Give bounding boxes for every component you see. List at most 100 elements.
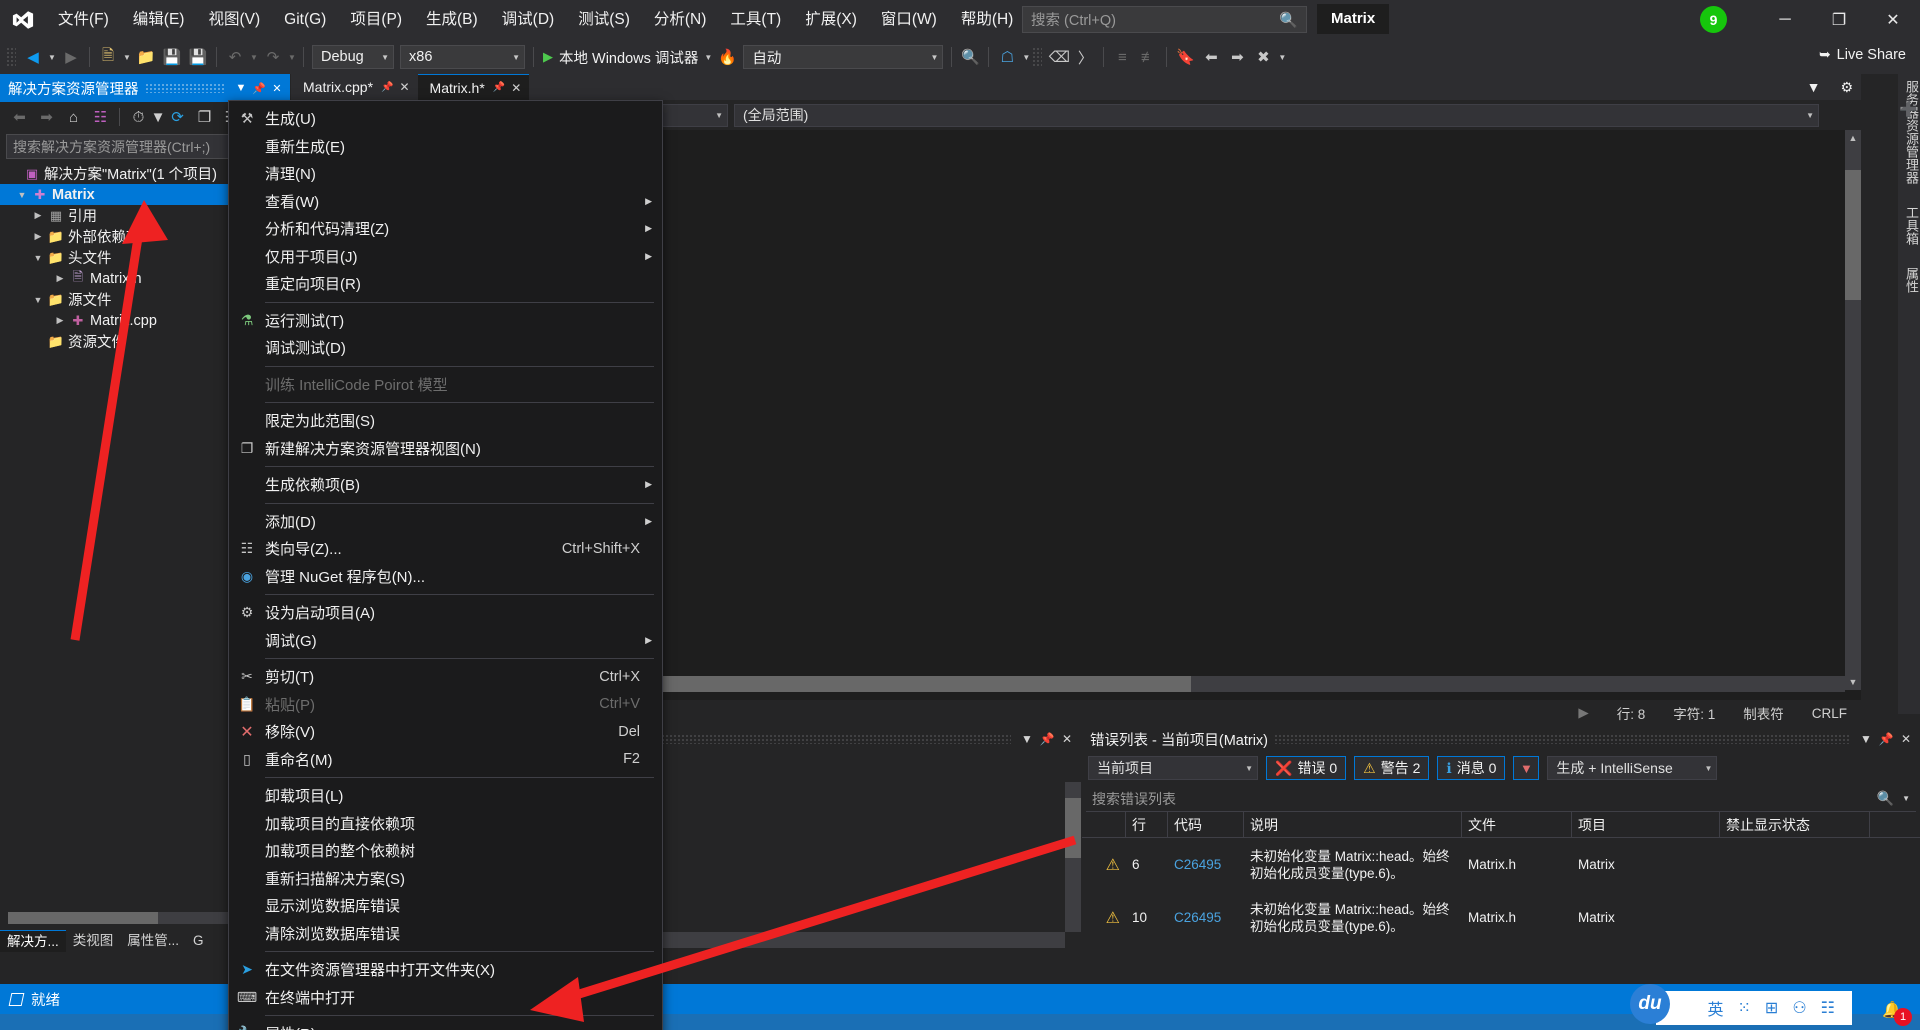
tree-expander[interactable]: ▶ bbox=[30, 210, 46, 221]
editor-nav-arrow-icon[interactable]: ▶ bbox=[1564, 705, 1602, 721]
pin-icon[interactable]: 📌 bbox=[493, 82, 505, 93]
add-panel-icon[interactable]: ➕ bbox=[1899, 100, 1918, 118]
tree-expander[interactable]: ▶ bbox=[30, 231, 46, 242]
menu-extensions[interactable]: 扩展(X) bbox=[793, 0, 869, 40]
editor-tab-matrix-cpp[interactable]: Matrix.cpp* 📌 ✕ bbox=[291, 74, 418, 100]
hot-reload-icon[interactable]: 🔥 bbox=[714, 44, 740, 70]
minimize-button[interactable]: ─ bbox=[1758, 0, 1812, 40]
editor-vertical-scrollbar[interactable]: ▲ ▼ bbox=[1845, 130, 1861, 690]
ctx-rescan-solution[interactable]: 重新扫描解决方案(S) bbox=[229, 865, 662, 893]
ctx-load-entire-dep-tree[interactable]: 加载项目的整个依赖树 bbox=[229, 837, 662, 865]
error-search-input[interactable]: 搜索错误列表 🔍 ▼ bbox=[1086, 786, 1916, 812]
redo-dropdown-icon[interactable]: ▼ bbox=[286, 44, 298, 70]
column-line[interactable]: 行 bbox=[1126, 811, 1168, 838]
save-all-icon[interactable]: 💾 bbox=[185, 44, 211, 70]
toolbar-grip[interactable] bbox=[6, 47, 16, 67]
switch-views-icon[interactable]: ☷ bbox=[87, 104, 114, 130]
errors-toggle-button[interactable]: ❌ 错误 0 bbox=[1266, 756, 1347, 780]
ctx-clear-browse-db-errors[interactable]: 清除浏览数据库错误 bbox=[229, 920, 662, 948]
tab-solution-explorer[interactable]: 解决方... bbox=[0, 930, 66, 952]
forward-icon[interactable]: ➡ bbox=[33, 104, 60, 130]
error-code[interactable]: C26495 bbox=[1168, 857, 1244, 872]
panel-menu-icon[interactable]: ▼ bbox=[1017, 732, 1037, 746]
column-code[interactable]: 代码 bbox=[1168, 811, 1244, 838]
close-icon[interactable]: ✕ bbox=[399, 80, 409, 94]
ctx-set-as-startup-project[interactable]: ⚙ 设为启动项目(A) bbox=[229, 599, 662, 627]
panel-drag-dots[interactable] bbox=[144, 83, 226, 93]
table-row[interactable]: ⚠ 10 C26495 未初始化变量 Matrix::head。始终初始化成员变… bbox=[1082, 891, 1920, 944]
solution-configuration-combo[interactable]: Debug ▼ bbox=[312, 45, 394, 69]
ctx-clean[interactable]: 清理(N) bbox=[229, 160, 662, 188]
uncomment-icon[interactable]: 〉 bbox=[1072, 44, 1098, 70]
scrollbar-thumb[interactable] bbox=[1065, 798, 1081, 858]
column-severity[interactable] bbox=[1082, 811, 1126, 838]
panel-close-icon[interactable]: ✕ bbox=[268, 82, 286, 95]
toggle-bookmark-icon[interactable]: 🔖 bbox=[1172, 44, 1198, 70]
prev-bookmark-icon[interactable]: ⬅ bbox=[1198, 44, 1224, 70]
toolbox-dropdown-icon[interactable]: ▼ bbox=[1020, 44, 1032, 70]
menu-debug[interactable]: 调试(D) bbox=[490, 0, 567, 40]
pending-changes-icon[interactable]: ⏱ bbox=[125, 104, 152, 130]
start-debug-dropdown-icon[interactable]: ▼ bbox=[702, 44, 714, 70]
ctx-build-dependencies[interactable]: 生成依赖项(B) ▶ bbox=[229, 471, 662, 499]
warnings-toggle-button[interactable]: ⚠ 警告 2 bbox=[1354, 756, 1430, 780]
live-share-button[interactable]: ➥ Live Share bbox=[1819, 46, 1906, 63]
editor-settings-icon[interactable]: ⚙ bbox=[1828, 74, 1861, 100]
ctx-debug-tests[interactable]: 调试测试(D) bbox=[229, 334, 662, 362]
ctx-unload-project[interactable]: 卸载项目(L) bbox=[229, 782, 662, 810]
menu-build[interactable]: 生成(B) bbox=[414, 0, 490, 40]
home-toolbox-icon[interactable]: ☖ bbox=[994, 44, 1020, 70]
close-button[interactable]: ✕ bbox=[1866, 0, 1920, 40]
ctx-new-solution-explorer-view[interactable]: ❐ 新建解决方案资源管理器视图(N) bbox=[229, 435, 662, 463]
panel-menu-icon[interactable]: ▼ bbox=[1856, 732, 1876, 746]
toolbar-grip[interactable] bbox=[1032, 47, 1043, 67]
panel-menu-icon[interactable]: ▼ bbox=[232, 82, 250, 94]
ctx-project-only[interactable]: 仅用于项目(J) ▶ bbox=[229, 243, 662, 271]
column-file[interactable]: 文件 bbox=[1462, 811, 1572, 838]
ctx-build[interactable]: ⚒ 生成(U) bbox=[229, 105, 662, 133]
ime-user-icon[interactable]: ⚇ bbox=[1792, 998, 1806, 1018]
comment-icon[interactable]: ⌫ bbox=[1046, 44, 1072, 70]
ctx-show-browse-db-errors[interactable]: 显示浏览数据库错误 bbox=[229, 892, 662, 920]
editor-tab-matrix-h[interactable]: Matrix.h* 📌 ✕ bbox=[417, 74, 530, 100]
global-search-box[interactable]: 搜索 (Ctrl+Q) 🔍 bbox=[1022, 6, 1307, 33]
ime-apps-icon[interactable]: ☷ bbox=[1821, 998, 1835, 1018]
new-project-icon[interactable]: 🗎 bbox=[95, 44, 121, 70]
menu-tools[interactable]: 工具(T) bbox=[718, 0, 793, 40]
baidu-ime-logo-icon[interactable]: du bbox=[1630, 984, 1670, 1024]
outdent-icon[interactable]: ≢ bbox=[1135, 44, 1161, 70]
pending-changes-dropdown-icon[interactable]: ▼ bbox=[151, 104, 166, 130]
table-row[interactable]: ⚠ 6 C26495 未初始化变量 Matrix::head。始终初始化成员变量… bbox=[1082, 838, 1920, 891]
scroll-down-icon[interactable]: ▼ bbox=[1845, 674, 1861, 690]
panel-pin-icon[interactable]: 📌 bbox=[1037, 732, 1057, 746]
editor-member-combo[interactable]: (全局范围) ▼ bbox=[734, 103, 1819, 127]
tab-properties[interactable]: 属性 bbox=[1898, 261, 1920, 299]
ctx-load-direct-deps[interactable]: 加载项目的直接依赖项 bbox=[229, 810, 662, 838]
tab-server-explorer[interactable]: 服务器资源管理器 bbox=[1898, 74, 1920, 190]
pin-icon[interactable]: 📌 bbox=[381, 82, 393, 93]
account-avatar[interactable]: 9 bbox=[1700, 6, 1727, 33]
redo-icon[interactable]: ↷ bbox=[260, 44, 286, 70]
ctx-run-tests[interactable]: ⚗ 运行测试(T) bbox=[229, 307, 662, 335]
find-in-files-icon[interactable]: 🔍 bbox=[957, 44, 983, 70]
ctx-remove[interactable]: ✕ 移除(V) Del bbox=[229, 718, 662, 746]
error-code[interactable]: C26495 bbox=[1168, 910, 1244, 925]
column-description[interactable]: 说明 bbox=[1244, 811, 1462, 838]
editor-tab-overflow-icon[interactable]: ▼ bbox=[1794, 74, 1829, 100]
chevron-down-icon[interactable]: ▼ bbox=[1894, 794, 1910, 803]
clear-bookmarks-icon[interactable]: ✖ bbox=[1250, 44, 1276, 70]
scroll-up-icon[interactable]: ▲ bbox=[1845, 130, 1861, 146]
close-icon[interactable]: ✕ bbox=[511, 81, 521, 95]
menu-test[interactable]: 测试(S) bbox=[566, 0, 642, 40]
tab-class-view[interactable]: 类视图 bbox=[66, 930, 121, 952]
panel-close-icon[interactable]: ✕ bbox=[1057, 732, 1077, 746]
messages-toggle-button[interactable]: ℹ 消息 0 bbox=[1437, 756, 1506, 780]
error-scope-combo[interactable]: 当前项目 ▼ bbox=[1088, 756, 1258, 780]
menu-git[interactable]: Git(G) bbox=[272, 0, 338, 40]
ctx-manage-nuget[interactable]: ◉ 管理 NuGet 程序包(N)... bbox=[229, 563, 662, 591]
undo-dropdown-icon[interactable]: ▼ bbox=[248, 44, 260, 70]
next-bookmark-icon[interactable]: ➡ bbox=[1224, 44, 1250, 70]
tree-expander[interactable]: ▶ bbox=[52, 315, 68, 326]
collapse-all-icon[interactable]: ❐ bbox=[191, 104, 218, 130]
back-icon[interactable]: ⬅ bbox=[6, 104, 33, 130]
